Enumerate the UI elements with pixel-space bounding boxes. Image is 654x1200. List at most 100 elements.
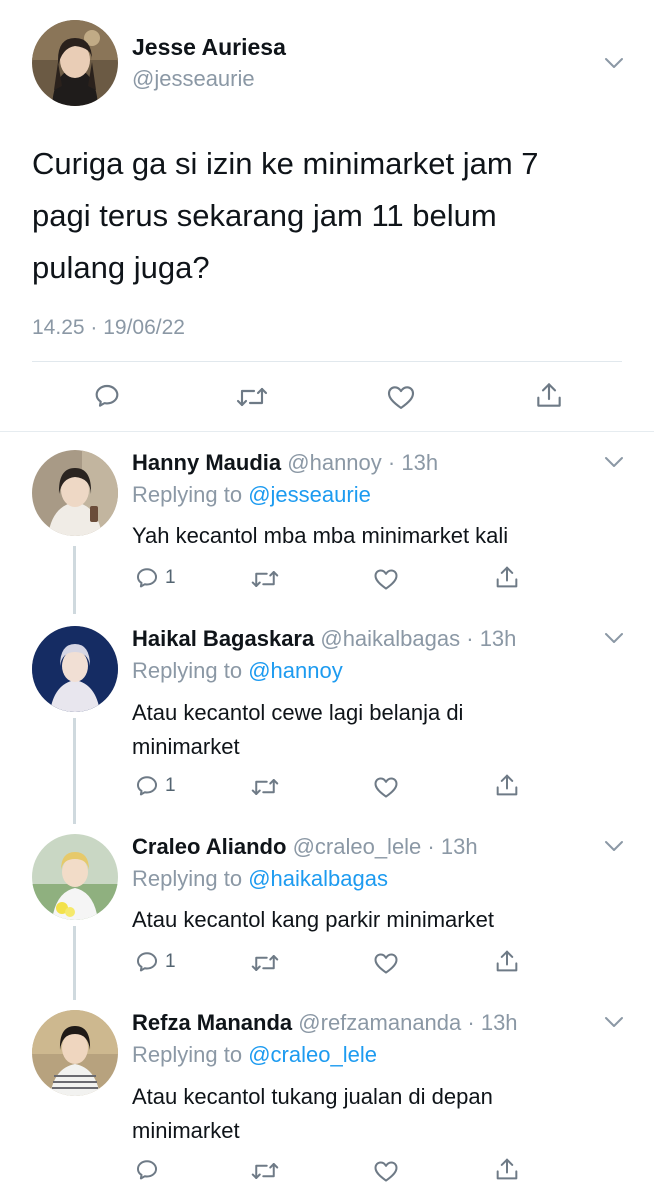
retweet-arrows-icon <box>251 779 279 795</box>
retweet-button[interactable] <box>249 949 281 977</box>
share-button[interactable] <box>493 1155 521 1183</box>
replying-to-link[interactable]: @craleo_lele <box>248 1042 377 1067</box>
replying-to-label: Replying to <box>132 866 243 891</box>
replying-to: Replying to @craleo_lele <box>132 1042 377 1068</box>
chevron-down-icon[interactable] <box>601 50 627 76</box>
reply-text-line: Atau kecantol kang parkir minimarket <box>132 907 494 932</box>
reply-button[interactable]: 1 <box>133 772 176 800</box>
share-button[interactable] <box>493 947 521 975</box>
heart-icon <box>374 569 398 590</box>
replying-to-link[interactable]: @haikalbagas <box>248 866 388 891</box>
speech-bubble-icon <box>136 1160 158 1180</box>
avatar[interactable] <box>32 1010 118 1096</box>
author-handle[interactable]: @haikalbagas <box>320 626 460 651</box>
author-name[interactable]: Jesse Auriesa <box>132 34 286 61</box>
reply-header: Hanny Maudia @hannoy · 13h <box>132 450 438 476</box>
share-upload-icon <box>496 1158 518 1180</box>
divider <box>0 431 654 432</box>
reply-text-line: Atau kecantol cewe lagi belanja di <box>132 700 464 725</box>
replying-to-label: Replying to <box>132 482 243 507</box>
tweet-text-line: pagi terus sekarang jam 11 belum <box>32 198 497 233</box>
reply-time: · 13h <box>427 834 478 859</box>
speech-bubble-icon <box>136 568 158 588</box>
chevron-down-icon[interactable] <box>601 449 627 475</box>
reply-button[interactable] <box>133 1156 165 1184</box>
share-button[interactable] <box>493 563 521 591</box>
reply-time: · 13h <box>466 626 517 651</box>
like-button[interactable] <box>372 773 400 801</box>
author-name[interactable]: Refza Mananda <box>132 1010 292 1035</box>
speech-bubble-icon <box>136 776 158 796</box>
avatar[interactable] <box>32 20 118 106</box>
retweet-button[interactable] <box>249 773 281 801</box>
reply-count: 1 <box>165 567 176 588</box>
retweet-button[interactable] <box>249 1157 281 1185</box>
share-upload-icon <box>496 950 518 972</box>
reply-text: Atau kecantol cewe lagi belanja di minim… <box>132 696 463 764</box>
replying-to-label: Replying to <box>132 658 243 683</box>
like-button[interactable] <box>372 1157 400 1185</box>
heart-icon <box>374 1161 398 1182</box>
author-handle[interactable]: @hannoy <box>287 450 382 475</box>
replying-to: Replying to @haikalbagas <box>132 866 388 892</box>
avatar[interactable] <box>32 450 118 536</box>
thread-line <box>73 546 76 614</box>
author-name[interactable]: Haikal Bagaskara <box>132 626 314 651</box>
reply-button[interactable] <box>91 380 123 412</box>
author-handle[interactable]: @refzamananda <box>298 1010 461 1035</box>
author-handle[interactable]: @craleo_lele <box>293 834 422 859</box>
reply-time: · 13h <box>387 450 439 475</box>
chevron-down-icon[interactable] <box>601 1009 627 1035</box>
share-upload-icon <box>496 774 518 796</box>
replying-to: Replying to @jesseaurie <box>132 482 371 508</box>
like-button[interactable] <box>372 949 400 977</box>
like-button[interactable] <box>372 565 400 593</box>
tweet-text-line: pulang juga? <box>32 250 210 285</box>
thread-line <box>73 718 76 824</box>
share-upload-icon <box>496 566 518 588</box>
reply-header: Craleo Aliando @craleo_lele · 13h <box>132 834 478 860</box>
divider <box>32 361 622 362</box>
reply-count: 1 <box>165 951 176 972</box>
author-name[interactable]: Hanny Maudia <box>132 450 281 475</box>
share-upload-icon <box>537 383 561 407</box>
retweet-arrows-icon <box>251 1163 279 1179</box>
reply-text-line: minimarket <box>132 734 240 759</box>
like-button[interactable] <box>385 381 417 413</box>
replying-to-link[interactable]: @hannoy <box>248 658 343 683</box>
reply-button[interactable]: 1 <box>133 948 176 976</box>
reply-count: 1 <box>165 775 176 796</box>
heart-icon <box>374 953 398 974</box>
avatar[interactable] <box>32 626 118 712</box>
author-name[interactable]: Craleo Aliando <box>132 834 286 859</box>
chevron-down-icon[interactable] <box>601 625 627 651</box>
speech-bubble-icon <box>95 384 119 407</box>
replying-to: Replying to @hannoy <box>132 658 343 684</box>
reply-text-line: Yah kecantol mba mba minimarket kali <box>132 523 509 548</box>
replying-to-link[interactable]: @jesseaurie <box>248 482 371 507</box>
reply-time: · 13h <box>467 1010 518 1035</box>
share-button[interactable] <box>493 771 521 799</box>
share-button[interactable] <box>533 379 565 411</box>
reply-button[interactable]: 1 <box>133 564 176 592</box>
chevron-down-icon[interactable] <box>601 833 627 859</box>
avatar[interactable] <box>32 834 118 920</box>
reply-text-line: Atau kecantol tukang jualan di depan <box>132 1084 493 1109</box>
thread-line <box>73 926 76 1000</box>
retweet-button[interactable] <box>249 565 281 593</box>
retweet-arrows-icon <box>236 387 268 407</box>
reply-text: Atau kecantol tukang jualan di depan min… <box>132 1080 493 1148</box>
reply-text: Atau kecantol kang parkir minimarket <box>132 904 494 936</box>
reply-header: Refza Mananda @refzamananda · 13h <box>132 1010 518 1036</box>
author-handle[interactable]: @jesseaurie <box>132 66 255 92</box>
tweet-text: Curiga ga si izin ke minimarket jam 7 pa… <box>32 138 539 294</box>
heart-icon <box>374 777 398 798</box>
tweet-timestamp[interactable]: 14.25 · 19/06/22 <box>32 316 185 340</box>
tweet-text-line: Curiga ga si izin ke minimarket jam 7 <box>32 146 539 181</box>
retweet-arrows-icon <box>251 571 279 587</box>
retweet-button[interactable] <box>234 381 270 413</box>
reply-header: Haikal Bagaskara @haikalbagas · 13h <box>132 626 516 652</box>
reply-text: Yah kecantol mba mba minimarket kali <box>132 520 508 552</box>
heart-icon <box>387 386 415 409</box>
retweet-arrows-icon <box>251 955 279 971</box>
